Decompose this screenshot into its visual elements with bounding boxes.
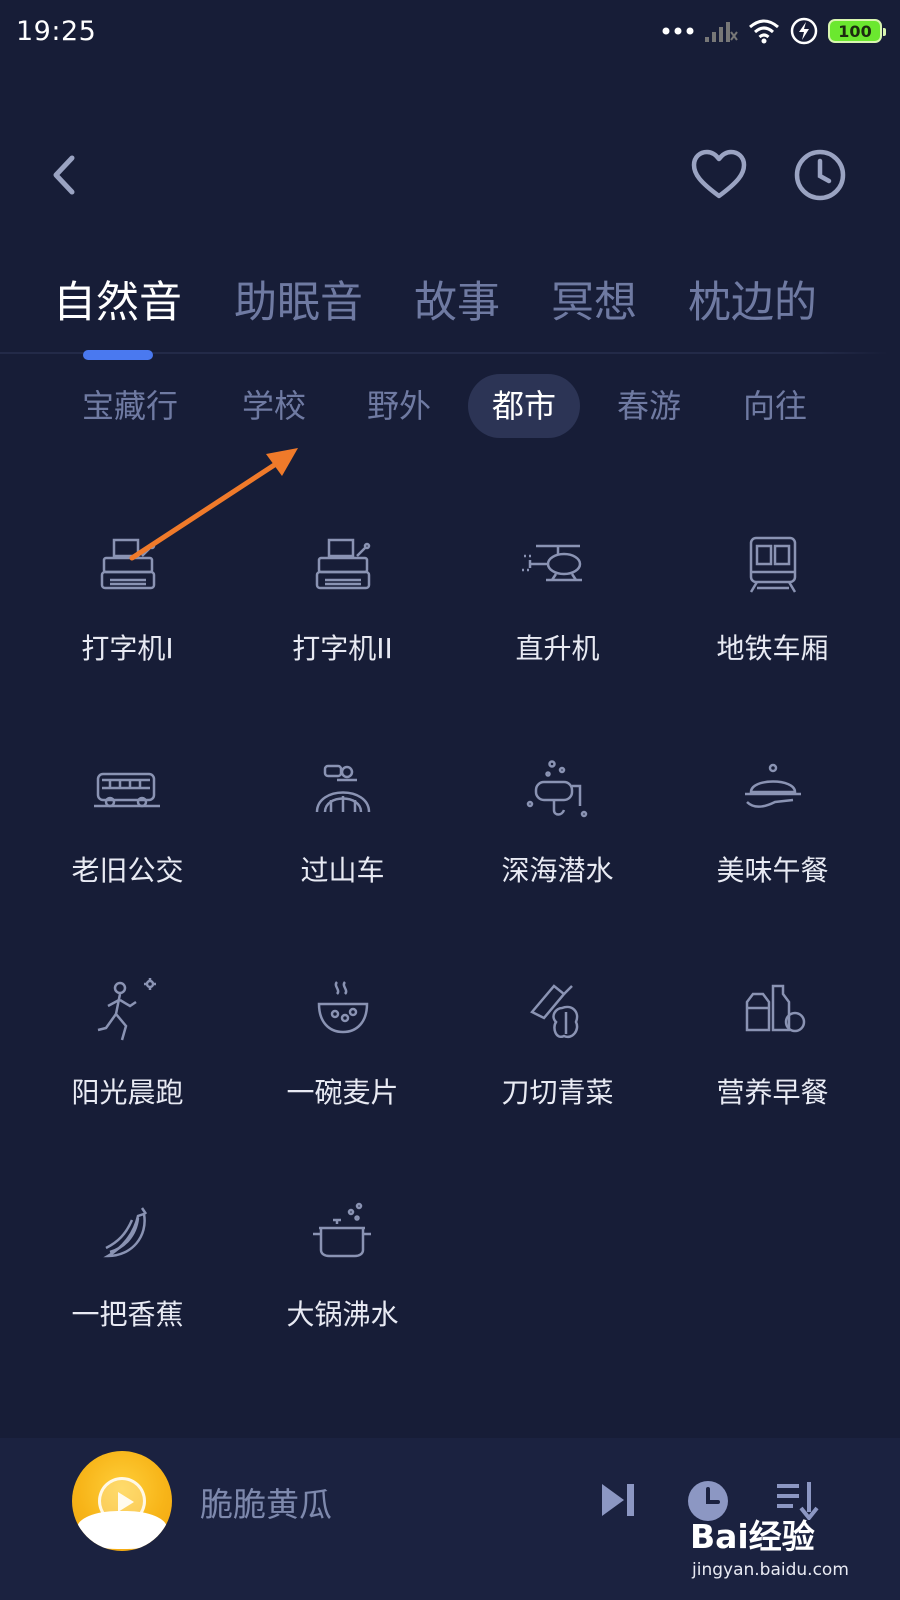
signal-icon <box>705 22 738 42</box>
sound-label: 过山车 <box>300 854 385 887</box>
top-nav <box>0 140 900 210</box>
sound-label: 阳光晨跑 <box>71 1076 184 1109</box>
tab-bedside[interactable]: 枕边的 <box>688 268 817 330</box>
watermark-logo: Bai经验 <box>690 1517 815 1556</box>
status-time: 19:25 <box>16 15 97 47</box>
album-art[interactable] <box>72 1451 172 1551</box>
sound-label: 打字机I <box>81 632 174 665</box>
sound-label: 深海潜水 <box>501 854 614 887</box>
sound-item-boiling-pot[interactable]: 大锅沸水 <box>235 1200 450 1400</box>
sound-item-lunch[interactable]: 美味午餐 <box>665 756 880 956</box>
sound-label: 一碗麦片 <box>286 1076 399 1109</box>
sound-item-roller-coaster[interactable]: 过山车 <box>235 756 450 956</box>
status-bar: 19:25 100 <box>0 0 900 62</box>
play-icon[interactable] <box>98 1477 146 1525</box>
tab-sleep-sounds[interactable]: 助眠音 <box>234 268 363 330</box>
back-icon[interactable] <box>44 152 84 198</box>
clock-icon[interactable] <box>792 147 848 203</box>
sound-label: 美味午餐 <box>716 854 829 887</box>
sub-tabs: 宝藏行 学校 野外 都市 春游 向往 <box>0 374 900 444</box>
sound-label: 一把香蕉 <box>71 1298 184 1331</box>
tab-meditation[interactable]: 冥想 <box>551 268 637 330</box>
cereal-bowl-icon <box>317 981 369 1034</box>
bus-icon <box>94 772 160 808</box>
dish-cloche-icon <box>745 763 801 808</box>
tab-stories[interactable]: 故事 <box>414 268 500 330</box>
tabs-fade <box>820 232 900 354</box>
active-tab-indicator <box>83 350 153 360</box>
subtab-longing[interactable]: 向往 <box>743 374 807 438</box>
runner-icon <box>97 978 156 1041</box>
subtab-city[interactable]: 都市 <box>468 374 581 438</box>
breakfast-icon <box>745 984 806 1033</box>
sound-item-helicopter[interactable]: 直升机 <box>450 534 665 734</box>
roller-coaster-icon <box>315 764 371 813</box>
sound-label: 直升机 <box>515 632 600 665</box>
watermark-url: jingyan.baidu.com <box>692 1560 849 1580</box>
battery-indicator: 100 <box>828 19 886 43</box>
sound-label: 地铁车厢 <box>716 632 829 665</box>
sound-label: 刀切青菜 <box>501 1076 614 1109</box>
sound-item-knife-vegetables[interactable]: 刀切青菜 <box>450 978 665 1178</box>
sound-label: 老旧公交 <box>71 854 184 887</box>
track-title[interactable]: 脆脆黄瓜 <box>200 1478 332 1526</box>
sound-item-old-bus[interactable]: 老旧公交 <box>20 756 235 956</box>
heart-icon[interactable] <box>690 148 748 202</box>
banana-icon <box>103 1207 148 1258</box>
next-track-icon[interactable] <box>598 1480 638 1520</box>
tab-nature-sounds[interactable]: 自然音 <box>53 268 182 330</box>
sound-item-bananas[interactable]: 一把香蕉 <box>20 1200 235 1400</box>
sound-item-cereal[interactable]: 一碗麦片 <box>235 978 450 1178</box>
status-icons: 100 <box>662 17 886 45</box>
sound-item-deep-sea-diving[interactable]: 深海潜水 <box>450 756 665 956</box>
boiling-pot-icon <box>313 1202 371 1258</box>
annotation-arrow <box>129 448 298 561</box>
sound-item-subway[interactable]: 地铁车厢 <box>665 534 880 734</box>
knife-vegetable-icon <box>530 984 579 1039</box>
subtab-school[interactable]: 学校 <box>242 374 306 438</box>
watermark: Bai经验 jingyan.baidu.com <box>690 1510 890 1590</box>
subtab-treasure[interactable]: 宝藏行 <box>82 374 178 438</box>
wifi-icon <box>749 19 779 44</box>
subtab-spring-outing[interactable]: 春游 <box>617 374 681 438</box>
sound-item-morning-run[interactable]: 阳光晨跑 <box>20 978 235 1178</box>
helicopter-icon <box>522 544 582 582</box>
sound-item-breakfast[interactable]: 营养早餐 <box>665 978 880 1178</box>
sound-label: 营养早餐 <box>716 1076 829 1109</box>
more-dots-icon <box>662 27 694 35</box>
subtab-outdoor[interactable]: 野外 <box>367 374 431 438</box>
sound-label: 大锅沸水 <box>286 1298 399 1331</box>
charging-icon <box>790 17 818 45</box>
subway-icon <box>749 536 797 593</box>
typewriter-icon <box>315 538 371 590</box>
diving-mask-icon <box>526 760 588 818</box>
category-tabs: 自然音 助眠音 故事 冥想 枕边的 <box>0 232 900 354</box>
sound-label: 打字机II <box>292 632 393 665</box>
